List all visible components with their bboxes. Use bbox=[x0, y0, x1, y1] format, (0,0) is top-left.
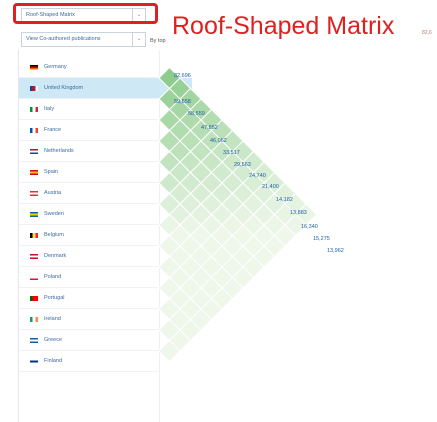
diagonal-value-label: 46,062 bbox=[210, 138, 227, 144]
diagonal-value-label: 15,275 bbox=[313, 236, 330, 242]
diagonal-value-label: 59,658 bbox=[174, 99, 191, 105]
roof-matrix: 82,696 59,658 58,559 47,852 46,062 33,517 29,5… bbox=[158, 66, 344, 363]
diagonal-value-label: 47,852 bbox=[201, 125, 218, 131]
diagonal-value-label: 29,563 bbox=[234, 162, 251, 168]
diagonal-value-label: 24,740 bbox=[249, 173, 266, 179]
diagonal-value-label: 82,696 bbox=[174, 73, 191, 79]
diagonal-value-label: 21,400 bbox=[262, 184, 279, 190]
diagonal-value-label: 14,182 bbox=[276, 197, 293, 203]
diagonal-value-label: 13,962 bbox=[327, 248, 344, 254]
diagonal-value-label: 13,883 bbox=[290, 210, 307, 216]
diagonal-value-label: 58,559 bbox=[188, 111, 205, 117]
diagonal-value-label: 33,517 bbox=[223, 150, 240, 156]
diagonal-value-label: 16,340 bbox=[301, 224, 318, 230]
